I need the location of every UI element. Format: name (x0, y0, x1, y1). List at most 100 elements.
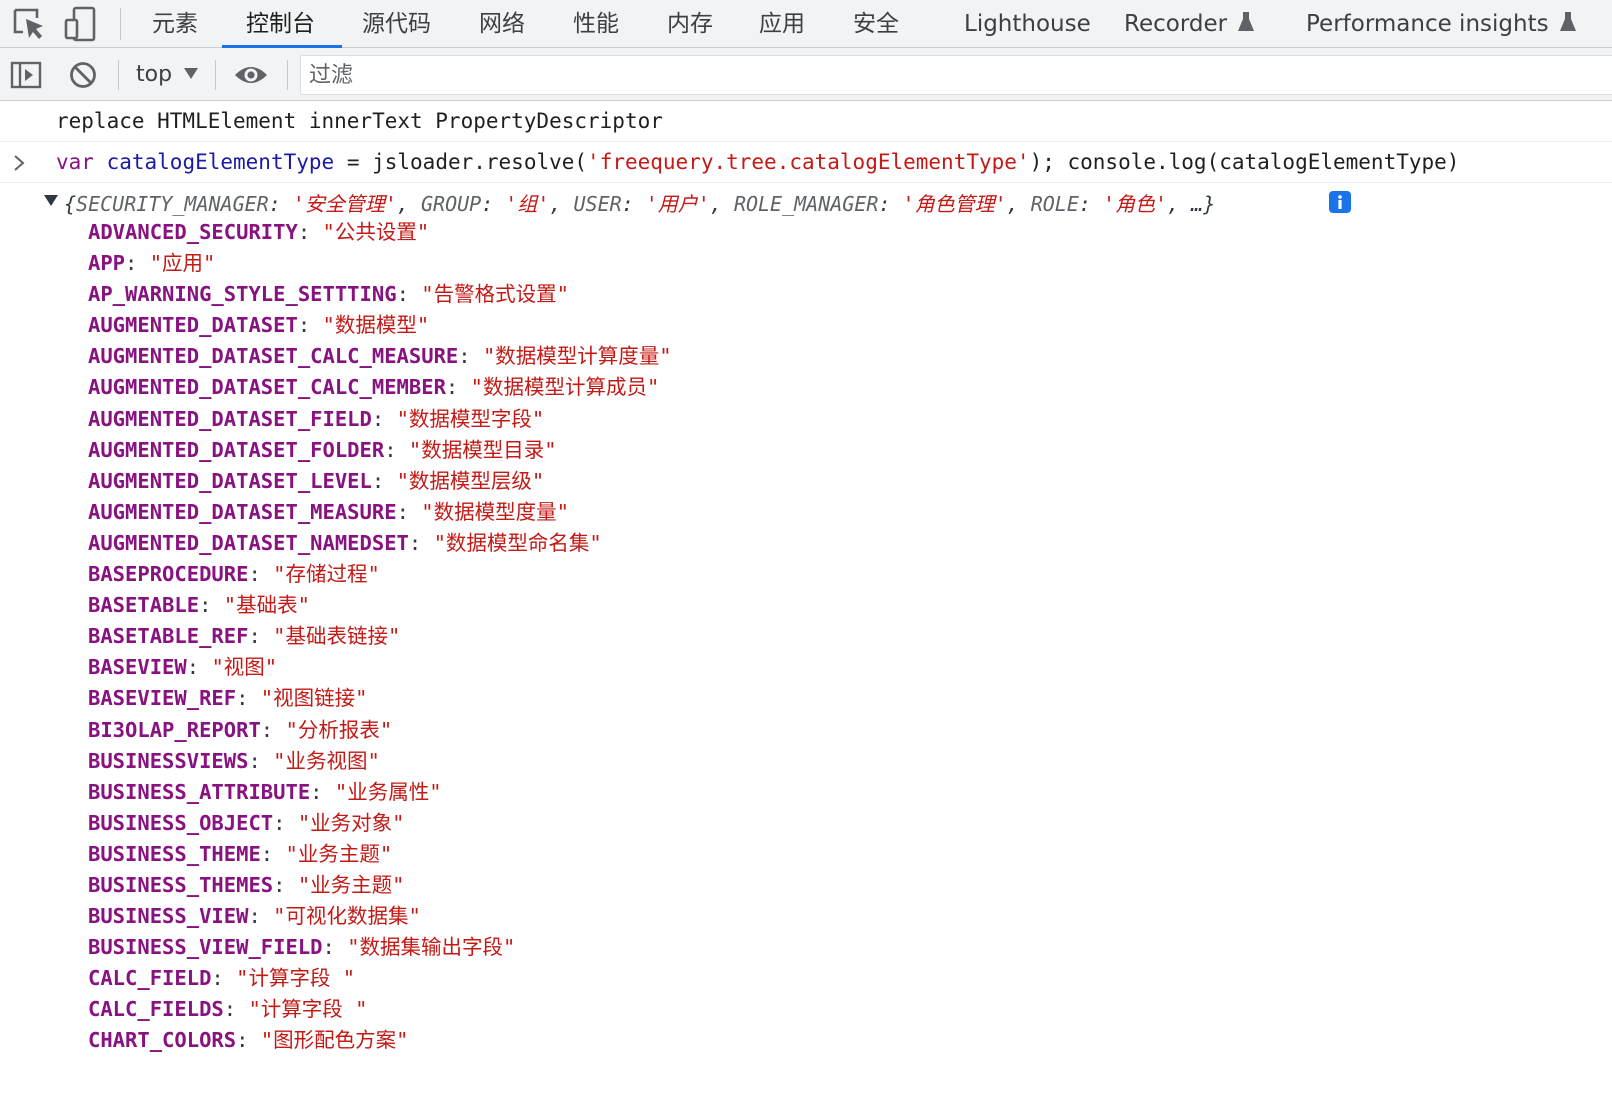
object-property-row[interactable]: AUGMENTED_DATASET: "数据模型" (88, 310, 1588, 341)
property-colon: : (248, 904, 274, 929)
toolbar-divider (287, 60, 288, 90)
property-colon: : (273, 872, 298, 897)
tab-performance[interactable]: 性能 (573, 0, 619, 48)
object-property-row[interactable]: BUSINESS_VIEW: "可视化数据集" (88, 901, 1588, 932)
object-preview-row[interactable]: {SECURITY_MANAGER: '安全管理', GROUP: '组', U… (0, 183, 1612, 216)
property-colon: : (445, 375, 471, 400)
property-value: "数据集输出字段" (347, 935, 516, 960)
property-key: ADVANCED_SECURITY (88, 220, 298, 244)
property-value: "基础表链接" (273, 624, 401, 649)
info-icon[interactable] (1329, 191, 1351, 213)
property-key: BASEVIEW (88, 655, 187, 680)
code-segment: ); console.log(catalogElementType) (1029, 150, 1460, 174)
property-key: APP (88, 251, 126, 276)
property-key: AUGMENTED_DATASET_CALC_MEASURE (88, 344, 459, 369)
toolbar-divider (118, 60, 119, 90)
object-property-row[interactable]: BUSINESS_VIEW_FIELD: "数据集输出字段" (88, 932, 1588, 963)
object-property-row[interactable]: BI3OLAP_REPORT: "分析报表" (88, 715, 1588, 746)
sidebar-toggle-icon[interactable] (10, 59, 42, 91)
object-property-row[interactable]: BUSINESSVIEWS: "业务视图" (88, 746, 1588, 777)
filter-input[interactable] (301, 56, 1612, 94)
property-value: "业务对象" (297, 810, 405, 835)
property-colon: : (260, 841, 286, 866)
property-value: "存储过程" (273, 562, 380, 587)
property-value: "数据模型命名集" (433, 530, 602, 555)
code-keyword: var (56, 150, 94, 174)
property-value: "图形配色方案" (260, 1028, 409, 1053)
property-key: AUGMENTED_DATASET_NAMEDSET (88, 530, 409, 555)
object-property-row[interactable]: AUGMENTED_DATASET_MEASURE: "数据模型度量" (88, 497, 1588, 528)
tabbar-divider (120, 8, 121, 40)
preview-key: ROLE (1030, 192, 1079, 216)
property-colon: : (199, 593, 224, 618)
console-toolbar: top (0, 48, 1612, 101)
property-key: BUSINESS_ATTRIBUTE (88, 779, 311, 804)
tab-security[interactable]: 安全 (853, 0, 899, 48)
object-property-row[interactable]: BUSINESS_OBJECT: "业务对象" (88, 808, 1588, 839)
object-property-row[interactable]: ADVANCED_SECURITY: "公共设置" (88, 217, 1588, 248)
tab-lighthouse[interactable]: Lighthouse (964, 0, 1091, 48)
property-key: AUGMENTED_DATASET_MEASURE (88, 499, 397, 524)
object-property-row[interactable]: CALC_FIELD: "计算字段 " (88, 963, 1588, 994)
experimental-flask-icon (1238, 11, 1255, 31)
property-value: "视图链接" (260, 686, 368, 711)
object-property-row[interactable]: AUGMENTED_DATASET_FOLDER: "数据模型目录" (88, 435, 1588, 466)
code-variable: catalogElementType (106, 150, 335, 174)
property-colon: : (125, 251, 150, 276)
property-key: AUGMENTED_DATASET_CALC_MEMBER (88, 375, 446, 400)
preview-value: '组' (505, 192, 550, 216)
tab-memory[interactable]: 内存 (667, 0, 713, 48)
property-value: "可视化数据集" (273, 904, 421, 929)
object-property-row[interactable]: BASETABLE_REF: "基础表链接" (88, 621, 1588, 652)
object-property-row[interactable]: BASEPROCEDURE: "存储过程" (88, 559, 1588, 590)
command-text[interactable]: var catalogElementType = jsloader.resolv… (56, 150, 1459, 174)
object-property-row[interactable]: AUGMENTED_DATASET_CALC_MEMBER: "数据模型计算成员… (88, 372, 1588, 403)
object-property-row[interactable]: AUGMENTED_DATASET_LEVEL: "数据模型层级" (88, 466, 1588, 497)
object-property-row[interactable]: BUSINESS_THEMES: "业务主题" (88, 870, 1588, 901)
property-colon: : (248, 562, 274, 587)
property-value: "应用" (149, 251, 216, 276)
object-property-row[interactable]: BASEVIEW_REF: "视图链接" (88, 683, 1588, 714)
object-property-row[interactable]: AP_WARNING_STYLE_SETTTING: "告警格式设置" (88, 279, 1588, 310)
object-property-row[interactable]: CALC_FIELDS: "计算字段 " (88, 994, 1588, 1025)
code-segment: = jsloader.resolve( (334, 150, 588, 174)
preview-open-brace: { (64, 192, 77, 216)
property-key: AUGMENTED_DATASET_LEVEL (88, 468, 372, 493)
clear-console-icon[interactable] (68, 60, 98, 90)
dropdown-arrow-icon[interactable] (184, 68, 198, 80)
object-property-row[interactable]: CHART_COLORS: "图形配色方案" (88, 1025, 1588, 1056)
property-colon: : (186, 655, 212, 680)
tab-network[interactable]: 网络 (479, 0, 525, 48)
property-colon: : (408, 530, 434, 555)
property-key: BUSINESS_OBJECT (88, 810, 274, 835)
object-property-row[interactable]: BUSINESS_THEME: "业务主题" (88, 839, 1588, 870)
property-value: "数据模型计算度量" (482, 344, 672, 369)
live-expression-eye-icon[interactable] (233, 63, 269, 87)
tab-recorder-label: Recorder (1124, 11, 1228, 37)
console-messages: replace HTMLElement innerText PropertyDe… (0, 101, 1612, 1098)
object-property-row[interactable]: BASEVIEW: "视图" (88, 652, 1588, 683)
object-property-row[interactable]: BUSINESS_ATTRIBUTE: "业务属性" (88, 777, 1588, 808)
property-colon: : (371, 468, 397, 493)
tab-elements[interactable]: 元素 (152, 0, 198, 48)
object-property-row[interactable]: AUGMENTED_DATASET_FIELD: "数据模型字段" (88, 404, 1588, 435)
tab-console[interactable]: 控制台 (246, 0, 315, 48)
context-selector[interactable]: top (136, 58, 172, 92)
object-property-row[interactable]: BASETABLE: "基础表" (88, 590, 1588, 621)
property-value: "业务视图" (273, 748, 380, 773)
object-property-row[interactable]: AUGMENTED_DATASET_NAMEDSET: "数据模型命名集" (88, 528, 1588, 559)
object-property-row[interactable]: APP: "应用" (88, 248, 1588, 279)
object-property-row[interactable]: AUGMENTED_DATASET_CALC_MEASURE: "数据模型计算度… (88, 341, 1588, 372)
tab-sources[interactable]: 源代码 (362, 0, 431, 48)
tab-performance-insights[interactable]: Performance insights (1306, 0, 1577, 48)
inspect-element-icon[interactable] (9, 4, 49, 44)
property-value: "计算字段 " (236, 966, 356, 991)
property-key: AUGMENTED_DATASET_FIELD (88, 406, 372, 431)
preview-key: USER (573, 192, 622, 216)
property-value: "数据模型度量" (421, 499, 569, 524)
device-toolbar-icon[interactable] (60, 4, 100, 44)
expand-triangle-icon[interactable] (44, 195, 58, 207)
property-value: "业务属性" (334, 779, 442, 804)
tab-application[interactable]: 应用 (759, 0, 805, 48)
tab-recorder[interactable]: Recorder (1124, 0, 1255, 48)
